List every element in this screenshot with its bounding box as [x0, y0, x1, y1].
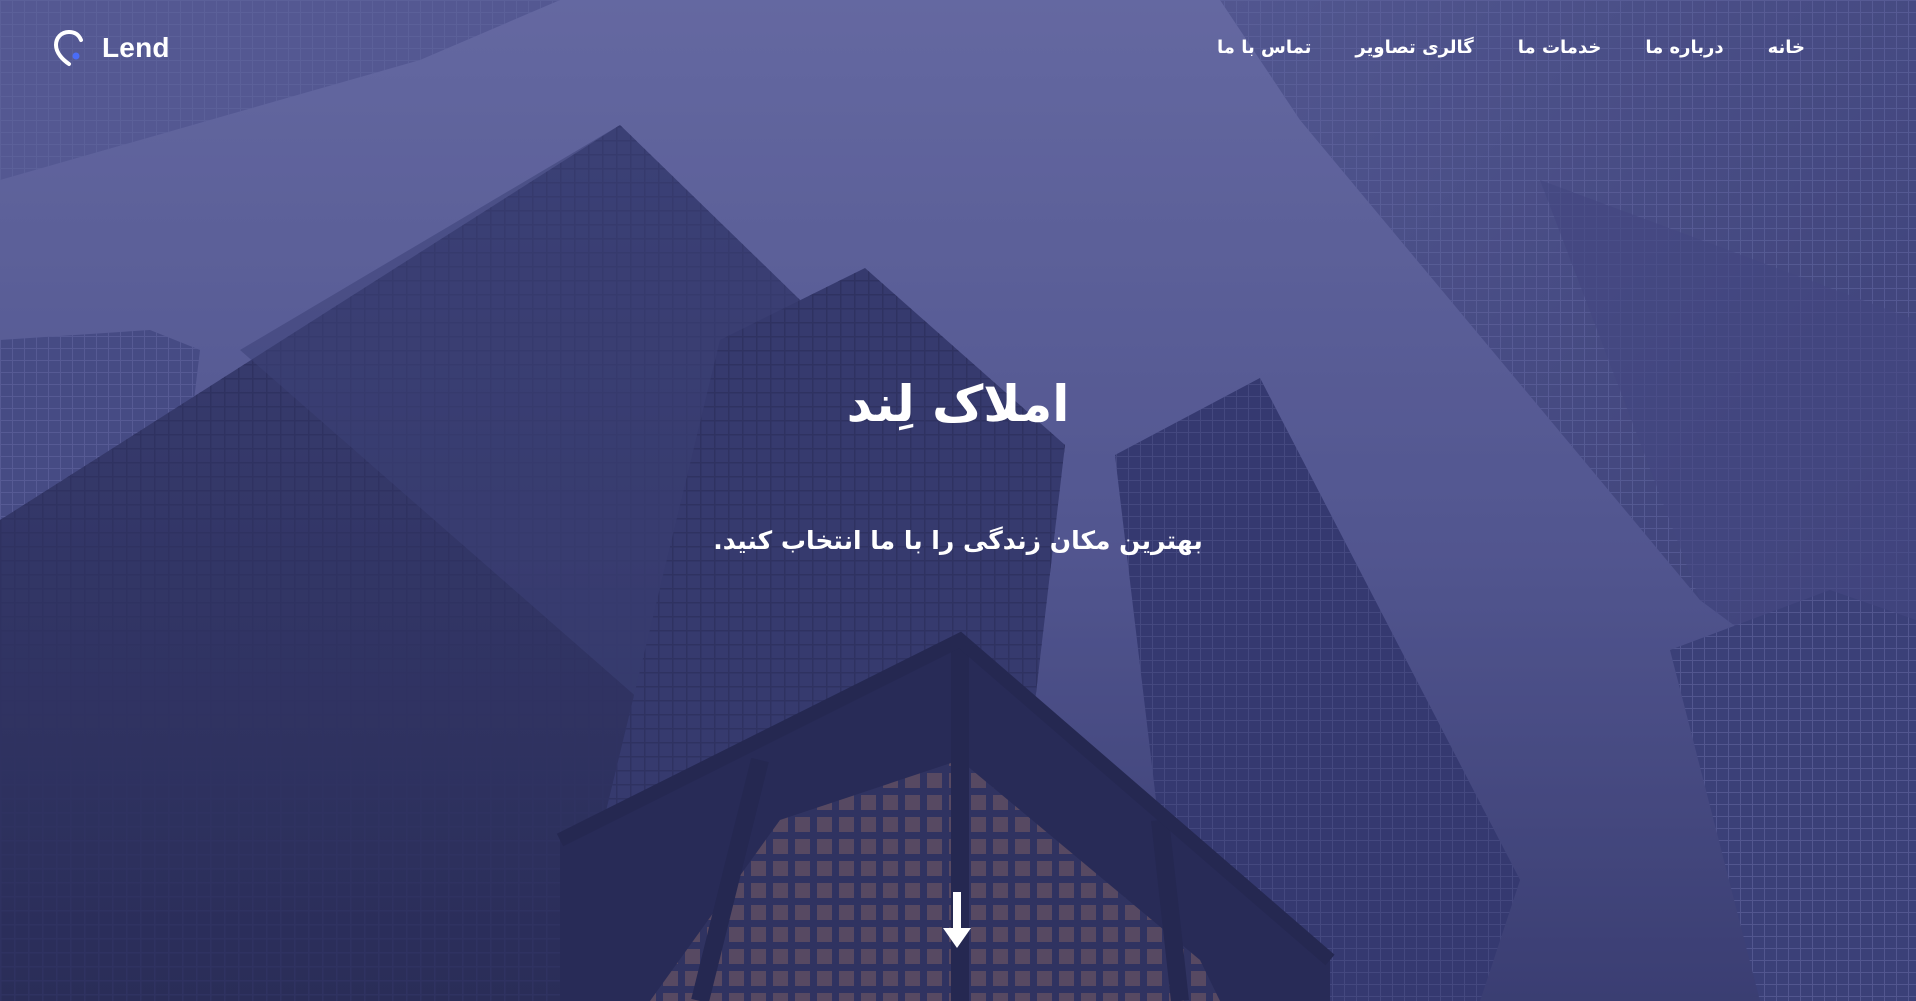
nav-item-home[interactable]: خانه [1768, 37, 1805, 58]
arrow-down-icon[interactable] [941, 890, 973, 950]
nav-item-contact[interactable]: تماس با ما [1217, 37, 1311, 58]
main-navigation: خانه درباره ما خدمات ما گالری تصاویر تما… [1217, 30, 1805, 64]
location-pin-icon [53, 30, 83, 66]
hero-subtitle: بهترین مکان زندگی را با ما انتخاب کنید. [713, 526, 1203, 555]
hero-background-image [0, 0, 1916, 1001]
hero-title: املاک لِند [846, 375, 1070, 433]
brand-logo[interactable]: Lend [52, 28, 170, 68]
nav-item-gallery[interactable]: گالری تصاویر [1355, 37, 1473, 58]
site-header: Lend خانه درباره ما خدمات ما گالری تصاوی… [0, 0, 1916, 95]
hero-section: Lend خانه درباره ما خدمات ما گالری تصاوی… [0, 0, 1916, 1001]
nav-item-services[interactable]: خدمات ما [1518, 37, 1602, 58]
brand-name: Lend [102, 32, 170, 63]
nav-item-about[interactable]: درباره ما [1645, 37, 1723, 58]
